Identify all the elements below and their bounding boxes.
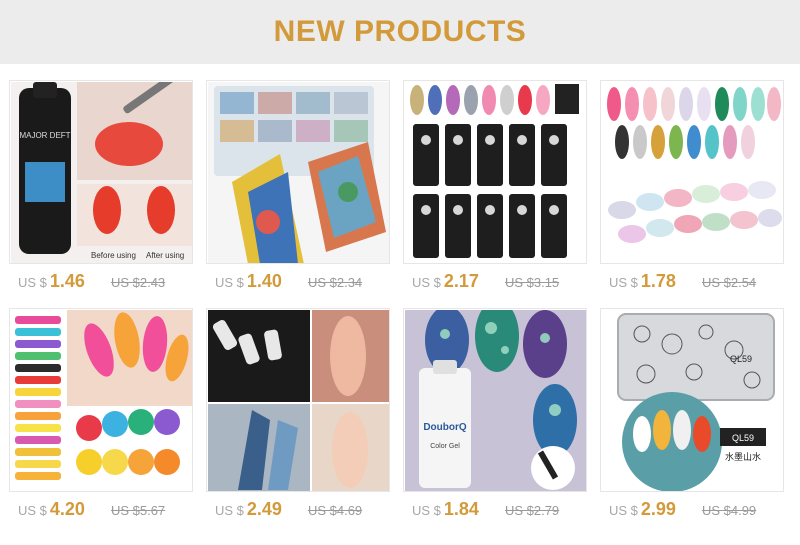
original-price: US $5.67 xyxy=(110,503,166,518)
after-label: After using xyxy=(146,251,184,260)
sale-price: 4.20 xyxy=(49,499,85,519)
sale-price: 1.40 xyxy=(246,271,282,291)
product-card-4[interactable]: US $ 1.78 US $2.54 xyxy=(600,80,784,302)
product-card-5[interactable]: US $ 4.20 US $5.67 xyxy=(9,308,193,530)
product-image-3[interactable] xyxy=(403,80,587,264)
product-card-7[interactable]: DouborQ Color Gel US $ 1.84 US $2.79 xyxy=(403,308,587,530)
brand-text-1: MAJOR DEFT xyxy=(19,131,70,140)
product-card-3[interactable]: US $ 2.17 US $3.15 xyxy=(403,80,587,302)
product-image-7[interactable]: DouborQ Color Gel xyxy=(403,308,587,492)
price-row: US $ 4.20 US $5.67 xyxy=(9,499,193,521)
sale-price: 1.46 xyxy=(49,271,85,291)
before-label: Before using xyxy=(91,251,136,260)
caption-text-8: 水墨山水 xyxy=(725,451,761,463)
currency-label: US $ xyxy=(18,275,47,290)
code-badge-text: QL59 xyxy=(732,433,754,443)
price-row: US $ 2.99 US $4.99 xyxy=(600,499,784,521)
section-title: NEW PRODUCTS xyxy=(273,15,527,48)
product-image-2[interactable] xyxy=(206,80,390,264)
original-price: US $3.15 xyxy=(504,275,560,290)
price-row: US $ 1.40 US $2.34 xyxy=(206,271,390,293)
currency-label: US $ xyxy=(609,503,638,518)
product-card-1[interactable]: MAJOR DEFT Before using After using US $… xyxy=(9,80,193,302)
original-price: US $2.79 xyxy=(504,503,560,518)
currency-label: US $ xyxy=(412,503,441,518)
sale-price: 1.78 xyxy=(640,271,676,291)
product-image-1[interactable]: MAJOR DEFT Before using After using xyxy=(9,80,193,264)
product-card-2[interactable]: US $ 1.40 US $2.34 xyxy=(206,80,390,302)
sale-price: 2.49 xyxy=(246,499,282,519)
product-image-8[interactable]: QL59 QL59 水墨山水 xyxy=(600,308,784,492)
price-row: US $ 1.84 US $2.79 xyxy=(403,499,587,521)
original-price: US $2.43 xyxy=(110,275,166,290)
product-image-4[interactable] xyxy=(600,80,784,264)
price-row: US $ 2.49 US $4.69 xyxy=(206,499,390,521)
section-banner: NEW PRODUCTS xyxy=(0,0,800,64)
original-price: US $2.34 xyxy=(307,275,363,290)
product-image-6[interactable] xyxy=(206,308,390,492)
currency-label: US $ xyxy=(412,275,441,290)
price-row: US $ 2.17 US $3.15 xyxy=(403,271,587,293)
original-price: US $4.99 xyxy=(701,503,757,518)
currency-label: US $ xyxy=(215,503,244,518)
original-price: US $2.54 xyxy=(701,275,757,290)
currency-label: US $ xyxy=(215,275,244,290)
brand-text-7: DouborQ xyxy=(423,422,467,433)
plate-code-text: QL59 xyxy=(730,354,752,364)
product-type-text-7: Color Gel xyxy=(430,443,460,450)
product-card-8[interactable]: QL59 QL59 水墨山水 US $ 2.99 US $4.99 xyxy=(600,308,784,530)
sale-price: 1.84 xyxy=(443,499,479,519)
original-price: US $4.69 xyxy=(307,503,363,518)
price-row: US $ 1.46 US $2.43 xyxy=(9,271,193,293)
sale-price: 2.99 xyxy=(640,499,676,519)
currency-label: US $ xyxy=(18,503,47,518)
sale-price: 2.17 xyxy=(443,271,479,291)
product-image-5[interactable] xyxy=(9,308,193,492)
product-grid: MAJOR DEFT Before using After using US $… xyxy=(9,80,793,520)
currency-label: US $ xyxy=(609,275,638,290)
price-row: US $ 1.78 US $2.54 xyxy=(600,271,784,293)
product-card-6[interactable]: US $ 2.49 US $4.69 xyxy=(206,308,390,530)
